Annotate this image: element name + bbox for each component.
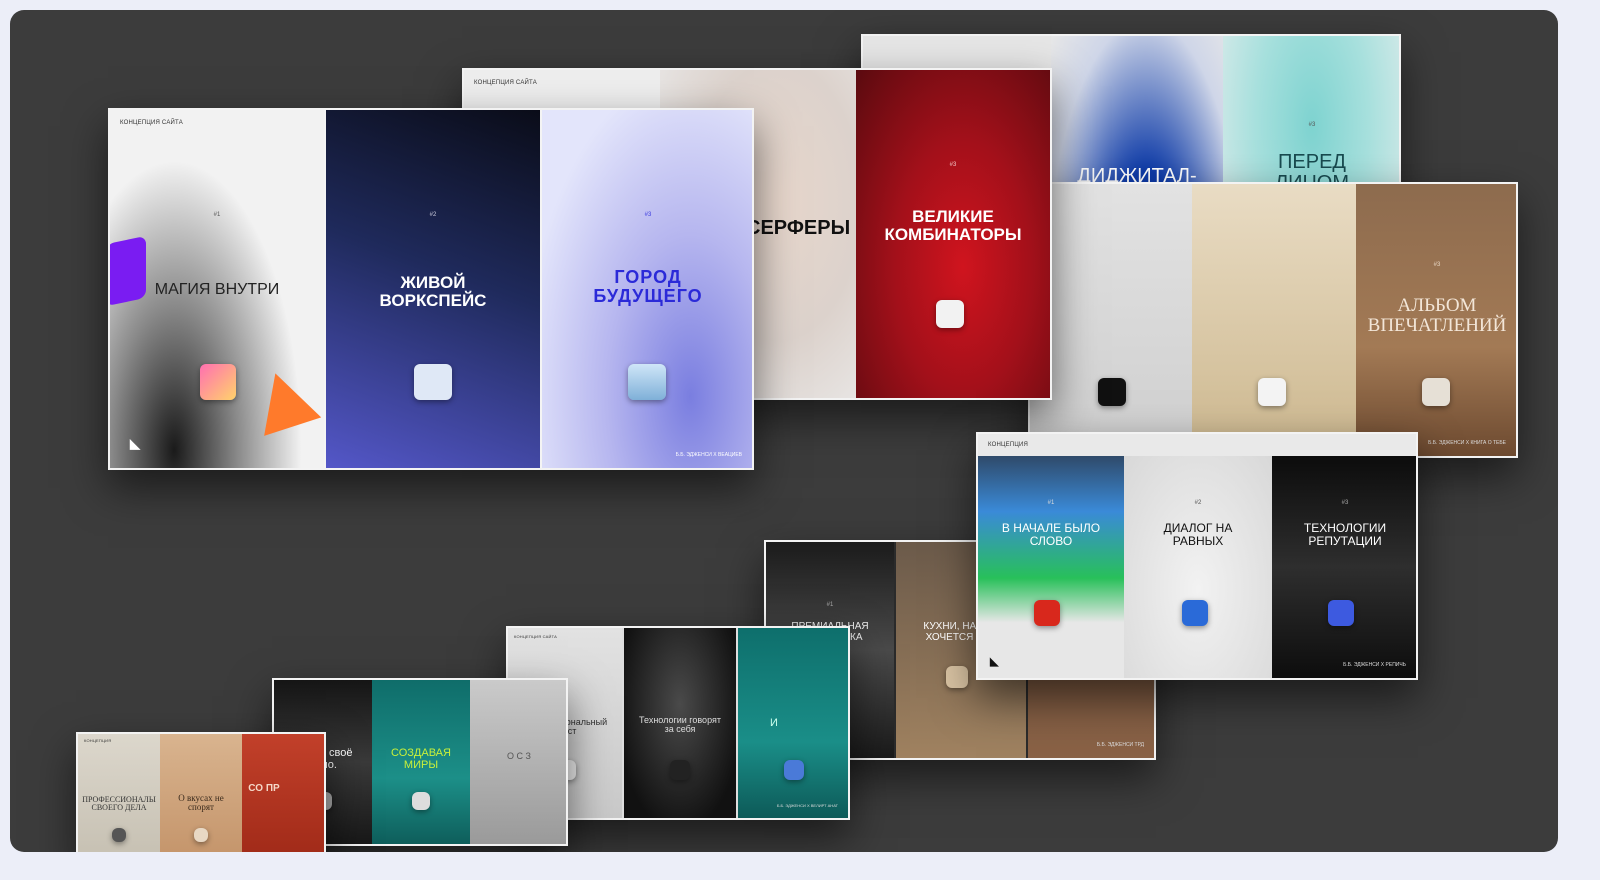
- concept-label: КОНЦЕПЦИЯ САЙТА: [474, 80, 537, 86]
- panel-beginning-word: #1 В НАЧАЛЕ БЫЛО СЛОВО ◣: [978, 456, 1124, 678]
- thumbnail-icon: [194, 828, 208, 842]
- thumbnail-icon: [936, 300, 964, 328]
- concept-board-reputation[interactable]: КОНЦЕПЦИЯ #1 В НАЧАЛЕ БЫЛО СЛОВО ◣ #2 ДИ…: [976, 432, 1418, 680]
- thumbnail-icon: [412, 792, 430, 810]
- panel-title: О вкусах не спорят: [178, 793, 224, 813]
- panel-taste: О вкусах не спорят: [160, 734, 242, 852]
- panel-footer: Б.Б. ЭДЖЕНСИ Х КНИГА О ТЕБЕ: [1428, 440, 1506, 446]
- thumbnail-icon: [946, 666, 968, 688]
- thumbnail-icon: [628, 364, 666, 400]
- panel-blank-b: [1192, 184, 1356, 456]
- panel-title: АЛЬБОМ ВПЕЧАТЛЕНИЙ: [1367, 295, 1507, 336]
- panel-number: #3: [1433, 262, 1441, 268]
- brand-logo: ◣: [130, 436, 140, 451]
- panel-city-future: #3 ГОРОД БУДУЩЕГО Б.Б. ЭДЖЕНСИ Х ВЕАЦИЕВ: [542, 110, 752, 468]
- thumbnail-icon: [112, 828, 126, 842]
- thumbnail-icon: [1182, 600, 1208, 626]
- panel-footer: Б.Б. ЭДЖЕНСИ Х РЕПИЧЬ: [1343, 662, 1406, 668]
- panel-reputation-tech: #3 ТЕХНОЛОГИИ РЕПУТАЦИИ Б.Б. ЭДЖЕНСИ Х Р…: [1272, 456, 1416, 678]
- panel-album: #3 АЛЬБОМ ВПЕЧАТЛЕНИЙ Б.Б. ЭДЖЕНСИ Х КНИ…: [1356, 184, 1516, 456]
- panel-number: #1: [1047, 500, 1055, 506]
- thumbnail-icon: [1328, 600, 1354, 626]
- panel-title: О С З: [507, 751, 531, 761]
- panel-number: #3: [949, 162, 957, 168]
- panel-footer: Б.Б. ЭДЖЕНСИ Х ВЕЛИРТ АНАТ: [776, 803, 838, 808]
- panel-number: #3: [1341, 500, 1349, 506]
- panel-title: Технологии говорят за себя: [639, 715, 721, 735]
- concept-board-album[interactable]: ◣ #3 АЛЬБОМ ВПЕЧАТЛЕНИЙ Б.Б. ЭДЖЕНСИ Х К…: [1028, 182, 1518, 458]
- concept-board-main[interactable]: КОНЦЕПЦИЯ САЙТА #1 МАГИЯ ВНУТРИ ◣ #2 ЖИВ…: [108, 108, 754, 470]
- thumbnail-icon: [414, 364, 452, 400]
- concept-label: КОНЦЕПЦИЯ САЙТА: [514, 634, 557, 639]
- panel-creating-worlds: СОЗДАВАЯ МИРЫ: [372, 680, 470, 844]
- panel-number: #2: [1194, 500, 1202, 506]
- panel-teal: И Б.Б. ЭДЖЕНСИ Х ВЕЛИРТ АНАТ: [738, 628, 848, 818]
- panel-title: ДИАЛОГ НА РАВНЫХ: [1163, 521, 1233, 548]
- panel-number: #2: [429, 212, 437, 218]
- panel-number: #3: [1308, 122, 1316, 128]
- concept-label: КОНЦЕПЦИЯ: [84, 738, 112, 743]
- concept-label: КОНЦЕПЦИЯ САЙТА: [120, 120, 183, 126]
- thumbnail-icon: [1258, 378, 1286, 406]
- thumbnail-icon: [670, 760, 690, 780]
- panel-title: ВЕЛИКИЕ КОМБИНАТОРЫ: [884, 207, 1022, 244]
- concept-board-taste[interactable]: КОНЦЕПЦИЯ ПРОФЕССИОНАЛЫ СВОЕГО ДЕЛА О вк…: [76, 732, 326, 852]
- panel-living-workspace: #2 ЖИВОЙ ВОРКСПЕЙС: [326, 110, 540, 468]
- panel-combinators: #3 ВЕЛИКИЕ КОМБИНАТОРЫ: [856, 70, 1050, 398]
- panel-title: СЕРФЕРЫ: [746, 217, 851, 239]
- panel-tech-speak: Технологии говорят за себя: [624, 628, 736, 818]
- concept-label: КОНЦЕПЦИЯ: [988, 442, 1029, 448]
- panel-blank-a: ◣: [1030, 184, 1192, 456]
- thumbnail-icon: [1034, 600, 1060, 626]
- panel-title: И: [770, 717, 778, 729]
- thumbnail-icon: [1422, 378, 1450, 406]
- panel-dialog: #2 ДИАЛОГ НА РАВНЫХ: [1124, 456, 1272, 678]
- panel-professionals: КОНЦЕПЦИЯ ПРОФЕССИОНАЛЫ СВОЕГО ДЕЛА: [78, 734, 160, 852]
- panel-title: СО ПР: [248, 783, 280, 794]
- brand-logo: ◣: [990, 656, 999, 668]
- panel-magic-inside: КОНЦЕПЦИЯ САЙТА #1 МАГИЯ ВНУТРИ ◣: [110, 110, 324, 468]
- panel-title: В НАЧАЛЕ БЫЛО СЛОВО: [1001, 521, 1101, 548]
- panel-title: СОЗДАВАЯ МИРЫ: [391, 747, 451, 771]
- thumbnail-icon: [784, 760, 804, 780]
- panel-grey: О С З: [470, 680, 566, 844]
- panel-title: МАГИЯ ВНУТРИ: [154, 281, 280, 298]
- thumbnail-icon: [200, 364, 236, 400]
- panel-footer: Б.Б. ЭДЖЕНСИ Х ВЕАЦИЕВ: [675, 452, 742, 458]
- panel-title: ЖИВОЙ ВОРКСПЕЙС: [379, 273, 487, 310]
- panel-title: ПРОФЕССИОНАЛЫ СВОЕГО ДЕЛА: [82, 795, 156, 813]
- panel-number: #3: [644, 212, 652, 218]
- panel-footer: Б.Б. ЭДЖЕНСИ ТРД: [1096, 742, 1144, 748]
- panel-title: ТЕХНОЛОГИИ РЕПУТАЦИИ: [1303, 521, 1387, 548]
- orange-shape: [246, 364, 322, 436]
- moodboard-canvas: ДИДЖИТАЛ- ЭРА #3 ПЕРЕД ЛИЦОМ ФАКТОВ ◣ #3…: [10, 10, 1558, 852]
- panel-red: СО ПР: [242, 734, 324, 852]
- panel-number: #1: [826, 602, 834, 608]
- panel-title: ГОРОД БУДУЩЕГО: [593, 267, 703, 306]
- thumbnail-icon: [1098, 378, 1126, 406]
- panel-number: #1: [213, 212, 221, 218]
